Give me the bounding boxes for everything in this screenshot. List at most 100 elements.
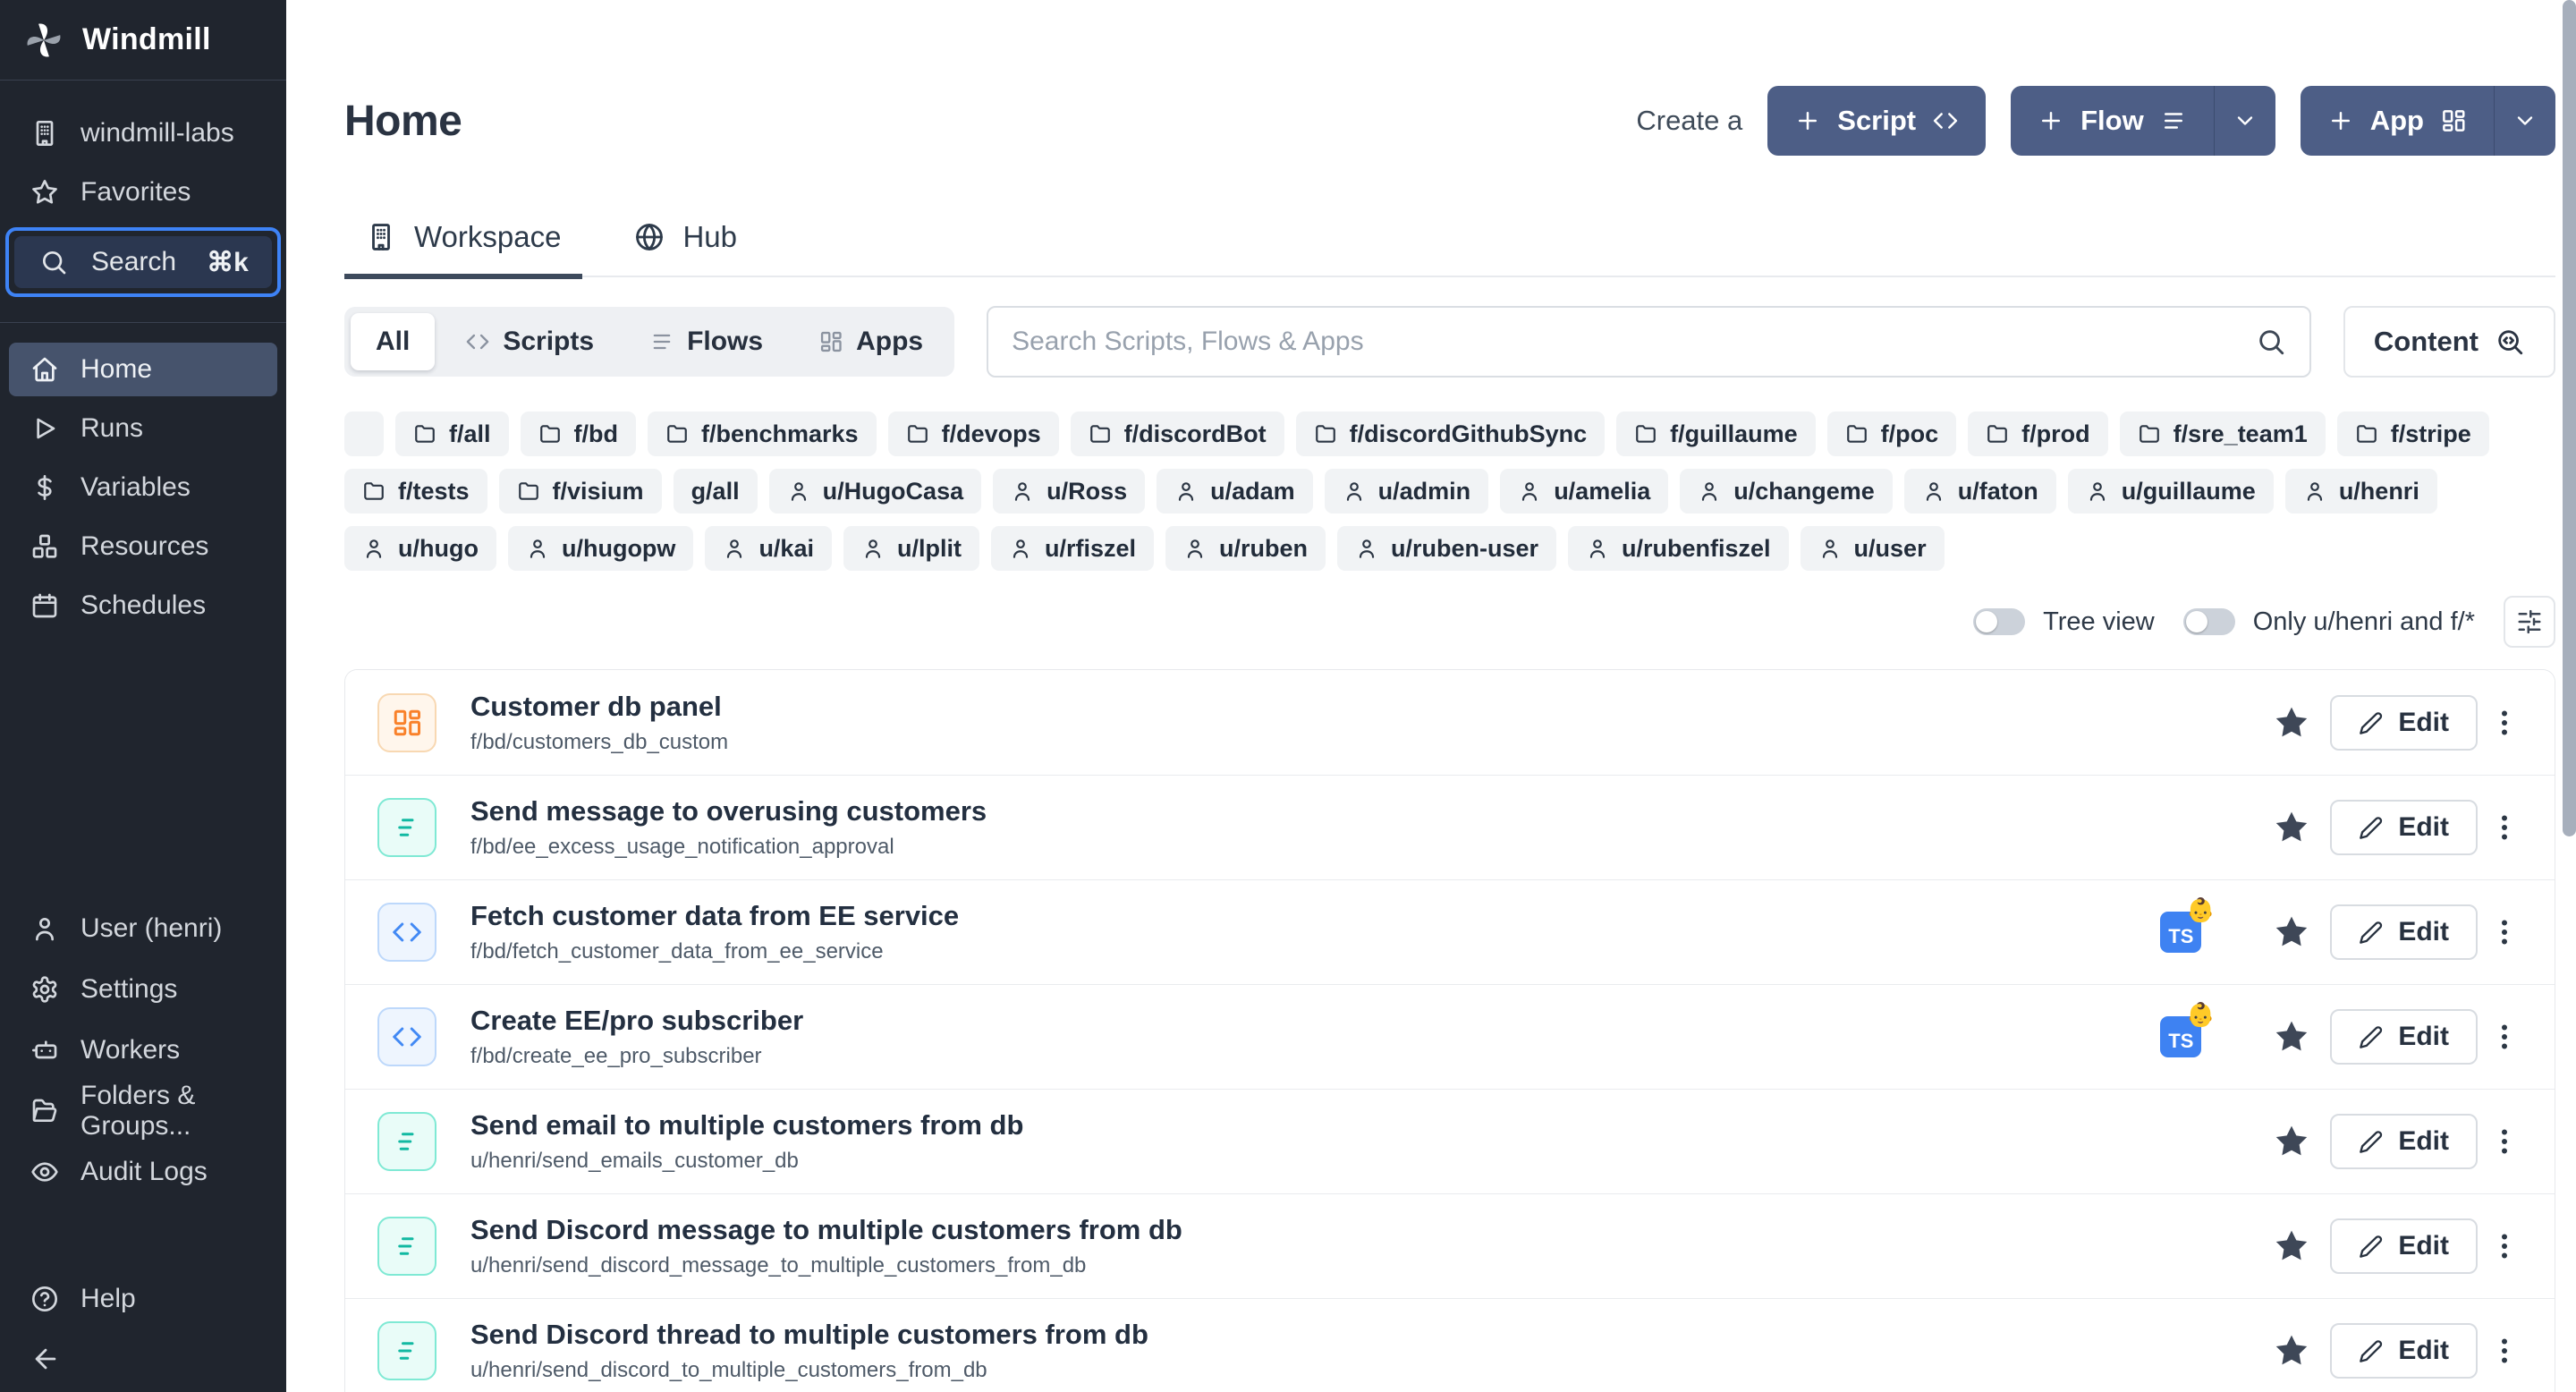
owner-chip-u-henri[interactable]: u/henri [2285, 469, 2437, 514]
owner-chip-u-hugopw[interactable]: u/hugopw [508, 526, 693, 571]
favorite-star-button[interactable] [2253, 1122, 2330, 1161]
owner-chip-u-Ross[interactable]: u/Ross [993, 469, 1145, 514]
create-app-button[interactable]: App [2301, 86, 2494, 156]
collapse-sidebar-icon[interactable] [30, 1344, 61, 1374]
owner-chip-u-guillaume[interactable]: u/guillaume [2068, 469, 2274, 514]
favorite-star-button[interactable] [2253, 1331, 2330, 1371]
list-item[interactable]: Create EE/pro subscriber f/bd/create_ee_… [345, 984, 2555, 1089]
owner-chip-u-faton[interactable]: u/faton [1904, 469, 2056, 514]
search-input[interactable] [1012, 327, 2256, 357]
owner-chip-u-ruben[interactable]: u/ruben [1165, 526, 1326, 571]
list-item[interactable]: Fetch customer data from EE service f/bd… [345, 879, 2555, 984]
item-title: Send Discord message to multiple custome… [470, 1214, 2160, 1246]
favorite-star-button[interactable] [2253, 703, 2330, 743]
owner-chip-u-changeme[interactable]: u/changeme [1680, 469, 1893, 514]
owner-chip-u-ruben-user[interactable]: u/ruben-user [1337, 526, 1556, 571]
sidebar-item-help[interactable]: Help [9, 1272, 277, 1326]
list-item[interactable]: Send email to multiple customers from db… [345, 1089, 2555, 1193]
owner-chip-f-visium[interactable]: f/visium [499, 469, 662, 514]
content-search-button[interactable]: Content [2343, 306, 2555, 378]
sidebar-item-favorites[interactable]: Favorites [0, 163, 286, 222]
sidebar-item-home[interactable]: Home [9, 343, 277, 396]
tab-hub[interactable]: Hub [613, 220, 758, 276]
owner-chip-u-HugoCasa[interactable]: u/HugoCasa [769, 469, 982, 514]
edit-button[interactable]: Edit [2330, 1323, 2478, 1379]
sidebar-item-user[interactable]: User (henri) [9, 900, 277, 957]
sidebar-item-runs[interactable]: Runs [9, 402, 277, 455]
search-icon[interactable] [2256, 327, 2286, 357]
owner-chip-u-kai[interactable]: u/kai [705, 526, 832, 571]
owner-chip-f-stripe[interactable]: f/stripe [2337, 412, 2489, 456]
owner-chip-u-amelia[interactable]: u/amelia [1500, 469, 1668, 514]
owner-chip-f-sre-team1[interactable]: f/sre_team1 [2120, 412, 2326, 456]
search-button[interactable]: Search ⌘k [14, 236, 272, 288]
owner-chip-u-rubenfiszel[interactable]: u/rubenfiszel [1568, 526, 1789, 571]
code-icon [1932, 107, 1959, 134]
sidebar-item-workers[interactable]: Workers [9, 1022, 277, 1079]
view-options-button[interactable] [2504, 596, 2555, 648]
sidebar-item-folders-groups[interactable]: Folders & Groups... [9, 1082, 277, 1140]
owner-chip-f-poc[interactable]: f/poc [1827, 412, 1957, 456]
filter-tab-scripts[interactable]: Scripts [440, 313, 619, 370]
owner-chip-f-discordBot[interactable]: f/discordBot [1071, 412, 1284, 456]
list-item[interactable]: Customer db panel f/bd/customers_db_cust… [345, 670, 2555, 775]
edit-button[interactable]: Edit [2330, 1009, 2478, 1065]
owner-chip-u-user[interactable]: u/user [1801, 526, 1945, 571]
owner-chip[interactable] [344, 412, 384, 456]
owner-chip-g-all[interactable]: g/all [674, 469, 758, 514]
sidebar-item-workspace[interactable]: windmill-labs [0, 104, 286, 163]
favorite-star-button[interactable] [2253, 808, 2330, 847]
filter-tab-apps[interactable]: Apps [793, 313, 948, 370]
owner-chip-f-discordGithubSync[interactable]: f/discordGithubSync [1296, 412, 1606, 456]
favorite-star-button[interactable] [2253, 1226, 2330, 1266]
owner-chip-f-bd[interactable]: f/bd [521, 412, 636, 456]
edit-button[interactable]: Edit [2330, 800, 2478, 855]
owner-chip-f-guillaume[interactable]: f/guillaume [1616, 412, 1816, 456]
filter-tab-flows[interactable]: Flows [624, 313, 788, 370]
owner-chip-f-devops[interactable]: f/devops [888, 412, 1059, 456]
create-flow-dropdown-button[interactable] [2214, 86, 2275, 156]
item-menu-button[interactable] [2478, 916, 2531, 948]
owner-chip-u-rfiszel[interactable]: u/rfiszel [991, 526, 1154, 571]
filter-tab-all[interactable]: All [351, 313, 435, 370]
create-app-dropdown-button[interactable] [2494, 86, 2555, 156]
favorite-star-button[interactable] [2253, 1017, 2330, 1057]
create-flow-button[interactable]: Flow [2011, 86, 2214, 156]
owner-chip-f-tests[interactable]: f/tests [344, 469, 487, 514]
list-item[interactable]: Send Discord message to multiple custome… [345, 1193, 2555, 1298]
tree-view-toggle[interactable] [1973, 608, 2025, 635]
flow-icon [391, 1125, 423, 1158]
favorite-star-button[interactable] [2253, 912, 2330, 952]
owner-chip-u-lplit[interactable]: u/lplit [843, 526, 979, 571]
sidebar-item-schedules[interactable]: Schedules [9, 579, 277, 632]
item-menu-button[interactable] [2478, 1335, 2531, 1367]
vertical-scrollbar-thumb[interactable] [2563, 0, 2576, 836]
pencil-icon [2359, 1129, 2384, 1154]
sidebar-item-resources[interactable]: Resources [9, 520, 277, 573]
sidebar-item-variables[interactable]: Variables [9, 461, 277, 514]
owner-chip-f-prod[interactable]: f/prod [1968, 412, 2107, 456]
edit-button[interactable]: Edit [2330, 695, 2478, 751]
create-script-button[interactable]: Script [1767, 86, 1986, 156]
edit-button[interactable]: Edit [2330, 1218, 2478, 1274]
item-menu-button[interactable] [2478, 1125, 2531, 1158]
sidebar-item-settings[interactable]: Settings [9, 961, 277, 1018]
edit-button[interactable]: Edit [2330, 1114, 2478, 1169]
item-menu-button[interactable] [2478, 1230, 2531, 1262]
edit-button[interactable]: Edit [2330, 904, 2478, 960]
owner-chip-f-all[interactable]: f/all [395, 412, 509, 456]
app-logo-row[interactable]: Windmill [0, 0, 286, 81]
list-item[interactable]: Send message to overusing customers f/bd… [345, 775, 2555, 879]
item-menu-button[interactable] [2478, 1021, 2531, 1053]
owner-chip-u-admin[interactable]: u/admin [1325, 469, 1489, 514]
owner-chip-f-benchmarks[interactable]: f/benchmarks [648, 412, 877, 456]
item-menu-button[interactable] [2478, 811, 2531, 844]
sidebar-item-audit-logs[interactable]: Audit Logs [9, 1143, 277, 1201]
item-path: u/henri/send_emails_customer_db [470, 1149, 2160, 1174]
list-item[interactable]: Send Discord thread to multiple customer… [345, 1298, 2555, 1392]
owner-chip-u-hugo[interactable]: u/hugo [344, 526, 496, 571]
tab-workspace[interactable]: Workspace [344, 220, 582, 276]
only-mine-toggle[interactable] [2183, 608, 2235, 635]
item-menu-button[interactable] [2478, 707, 2531, 739]
owner-chip-u-adam[interactable]: u/adam [1157, 469, 1313, 514]
